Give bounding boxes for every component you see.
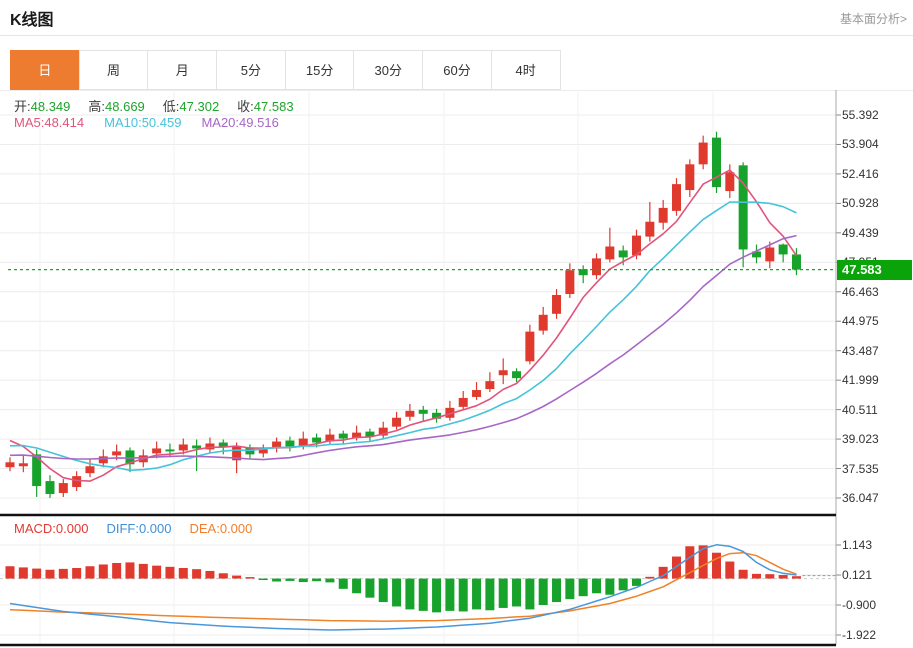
macd-legend: MACD:0.000 DIFF:0.000 DEA:0.000 — [14, 521, 252, 536]
page-title: K线图 — [10, 12, 54, 29]
legend-item: 低:47.302 — [162, 99, 220, 114]
y-axis-label: 55.392 — [842, 108, 879, 122]
y-axis-label: 46.463 — [842, 284, 879, 299]
tab-period-0[interactable]: 日 — [10, 50, 80, 90]
y-axis-label: 53.904 — [842, 137, 879, 152]
y-axis-label: 44.975 — [842, 314, 879, 329]
legend-item: MA10:50.459 — [104, 115, 182, 130]
y-axis-label: 52.416 — [842, 166, 879, 181]
y-axis-label: 41.999 — [842, 373, 879, 388]
y-axis-label: -0.900 — [842, 598, 877, 612]
tab-period-1[interactable]: 周 — [78, 50, 149, 90]
y-axis-label: 39.023 — [842, 432, 879, 447]
tab-period-2[interactable]: 月 — [147, 50, 218, 90]
legend-item: MA20:49.516 — [201, 115, 279, 130]
macd-indicator-chart[interactable] — [0, 517, 913, 648]
y-axis-label: 43.487 — [842, 343, 879, 358]
period-tabbar: 日周月 5分 15分 30分 60分 4时 — [10, 50, 561, 90]
tab-period-7[interactable]: 4时 — [490, 50, 561, 90]
y-axis-label: -1.922 — [842, 628, 877, 643]
y-axis-label: 50.928 — [842, 196, 879, 211]
legend-item: 高:48.669 — [88, 99, 145, 114]
legend-item: MA5:48.414 — [14, 115, 85, 130]
legend-item: MACD:0.000 — [14, 521, 89, 536]
tab-period-5[interactable]: 30分 — [353, 50, 424, 90]
legend-item: 开:48.349 — [14, 99, 71, 114]
y-axis-label: 40.511 — [842, 402, 878, 417]
tab-period-6[interactable]: 60分 — [422, 50, 492, 90]
legend-item: 收:47.583 — [237, 99, 294, 114]
y-axis-label: 0.121 — [842, 568, 873, 583]
y-axis-label: 49.439 — [842, 225, 879, 240]
legend-item: DIFF:0.000 — [106, 521, 172, 536]
fundamental-analysis-link[interactable]: 基本面分析> — [840, 10, 907, 27]
legend-item: DEA:0.000 — [189, 521, 253, 536]
y-axis-label: 36.047 — [842, 490, 879, 505]
y-axis-label: 1.143 — [842, 538, 873, 552]
current-price-tag: 47.583 — [837, 259, 912, 280]
tab-period-4[interactable]: 15分 — [284, 50, 355, 90]
main-candlestick-chart[interactable] — [0, 90, 913, 517]
ohlc-legend: 开:48.349 高:48.669 低:47.302 收:47.583 — [14, 96, 294, 115]
ma-legend: MA5:48.414 MA10:50.459 MA20:49.516 — [14, 115, 279, 130]
y-axis-label: 37.535 — [842, 461, 879, 476]
tab-period-3[interactable]: 5分 — [216, 50, 286, 90]
divider — [0, 35, 913, 36]
kline-widget: { "header": {"title": "K线图", "link": "基本… — [0, 0, 913, 648]
